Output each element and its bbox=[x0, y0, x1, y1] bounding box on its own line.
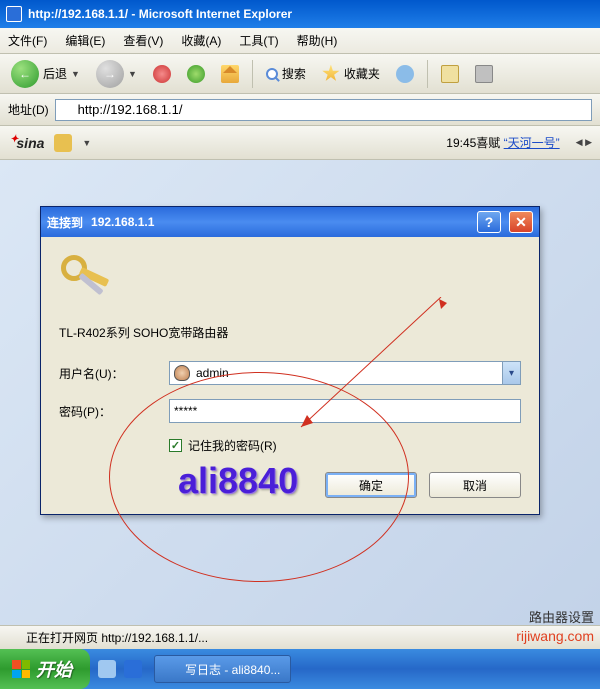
password-value: ***** bbox=[174, 404, 197, 418]
remember-checkbox[interactable]: ✓ bbox=[169, 439, 182, 452]
mail-button[interactable] bbox=[436, 62, 464, 86]
password-field[interactable]: ***** bbox=[169, 399, 521, 423]
start-button[interactable]: 开始 bbox=[0, 649, 90, 689]
menu-favorites[interactable]: 收藏(A) bbox=[181, 32, 221, 49]
dialog-body: TL-R402系列 SOHO宽带路由器 用户名(U)： admin ▾ 密码(P… bbox=[41, 237, 539, 514]
auth-dialog: 连接到 192.168.1.1 ? ✕ TL-R402系列 SOHO宽带路由器 … bbox=[40, 206, 540, 515]
mail-icon bbox=[441, 65, 459, 83]
ql-ie-icon[interactable] bbox=[124, 660, 142, 678]
menu-view[interactable]: 查看(V) bbox=[123, 32, 163, 49]
ticker-prefix: 喜赋 bbox=[476, 136, 500, 150]
close-button[interactable]: ✕ bbox=[509, 211, 533, 233]
dialog-titlebar[interactable]: 连接到 192.168.1.1 ? ✕ bbox=[41, 207, 539, 237]
dialog-title-prefix: 连接到 bbox=[47, 214, 83, 231]
remember-row[interactable]: ✓ 记住我的密码(R) bbox=[169, 437, 521, 454]
print-icon bbox=[475, 65, 493, 83]
corner-watermark: 路由器设置 rijiwang.com bbox=[516, 610, 594, 645]
history-icon bbox=[396, 65, 414, 83]
username-field[interactable]: admin ▾ bbox=[169, 361, 521, 385]
menu-edit[interactable]: 编辑(E) bbox=[65, 32, 105, 49]
sina-tool-icon[interactable] bbox=[54, 134, 72, 152]
search-label: 搜索 bbox=[282, 65, 306, 82]
cancel-button[interactable]: 取消 bbox=[429, 472, 521, 498]
task-label: 写日志 - ali8840... bbox=[185, 661, 280, 678]
menu-help[interactable]: 帮助(H) bbox=[297, 32, 338, 49]
ql-icon-1[interactable] bbox=[98, 660, 116, 678]
dialog-description: TL-R402系列 SOHO宽带路由器 bbox=[59, 324, 521, 341]
password-row: 密码(P)： ***** bbox=[59, 399, 521, 423]
remember-label: 记住我的密码(R) bbox=[188, 437, 277, 454]
window-title: http://192.168.1.1/ - Microsoft Internet… bbox=[28, 7, 292, 21]
app-titlebar: http://192.168.1.1/ - Microsoft Internet… bbox=[0, 0, 600, 28]
address-url: http://192.168.1.1/ bbox=[78, 102, 183, 117]
separator bbox=[427, 60, 428, 88]
back-icon: ← bbox=[11, 60, 39, 88]
ticker-nav[interactable]: ◀ ▶ bbox=[576, 137, 592, 148]
back-button[interactable]: ← 后退 ▼ bbox=[6, 57, 85, 91]
content-area: 连接到 192.168.1.1 ? ✕ TL-R402系列 SOHO宽带路由器 … bbox=[0, 160, 600, 649]
menu-tools[interactable]: 工具(T) bbox=[239, 32, 278, 49]
username-row: 用户名(U)： admin ▾ bbox=[59, 361, 521, 385]
quick-launch bbox=[90, 660, 150, 678]
sina-logo[interactable]: sina bbox=[8, 135, 44, 151]
ticker-time: 19:45 bbox=[446, 136, 476, 150]
refresh-icon bbox=[187, 65, 205, 83]
dialog-title-host: 192.168.1.1 bbox=[91, 215, 154, 229]
forward-icon: → bbox=[96, 60, 124, 88]
favorites-button[interactable]: 收藏夹 bbox=[317, 62, 385, 86]
toolbar: ← 后退 ▼ → ▼ 搜索 收藏夹 bbox=[0, 54, 600, 94]
favorites-icon bbox=[322, 65, 340, 83]
sina-toolbar: sina ▼ 19:45喜赋 “天河一号” ◀ ▶ bbox=[0, 126, 600, 160]
favorites-label: 收藏夹 bbox=[344, 65, 380, 82]
stop-button[interactable] bbox=[148, 62, 176, 86]
user-icon bbox=[174, 365, 190, 381]
search-icon bbox=[266, 68, 278, 80]
ok-button[interactable]: 确定 bbox=[325, 472, 417, 498]
help-button[interactable]: ? bbox=[477, 211, 501, 233]
status-icon bbox=[6, 631, 20, 645]
status-bar: 正在打开网页 http://192.168.1.1/... bbox=[0, 625, 600, 649]
start-label: 开始 bbox=[36, 656, 72, 682]
forward-dropdown[interactable]: ▼ bbox=[128, 69, 137, 79]
username-value: admin bbox=[196, 366, 229, 380]
status-text: 正在打开网页 http://192.168.1.1/... bbox=[26, 629, 208, 646]
address-label: 地址(D) bbox=[8, 101, 49, 118]
home-icon bbox=[221, 65, 239, 83]
ticker-link[interactable]: “天河一号” bbox=[504, 136, 560, 150]
menubar: 文件(F) 编辑(E) 查看(V) 收藏(A) 工具(T) 帮助(H) bbox=[0, 28, 600, 54]
corner-line2: rijiwang.com bbox=[516, 627, 594, 645]
ie-icon bbox=[6, 6, 22, 22]
back-dropdown[interactable]: ▼ bbox=[71, 69, 80, 79]
stop-icon bbox=[153, 65, 171, 83]
corner-line1: 路由器设置 bbox=[516, 610, 594, 627]
taskbar-item[interactable]: 写日志 - ali8840... bbox=[154, 655, 291, 683]
refresh-button[interactable] bbox=[182, 62, 210, 86]
news-ticker: 19:45喜赋 “天河一号” bbox=[101, 134, 565, 151]
sina-dropdown[interactable]: ▼ bbox=[82, 138, 91, 148]
search-button[interactable]: 搜索 bbox=[261, 62, 311, 85]
task-icon bbox=[165, 662, 179, 676]
dialog-buttons: 确定 取消 bbox=[59, 472, 521, 498]
username-label: 用户名(U)： bbox=[59, 365, 169, 382]
print-button[interactable] bbox=[470, 62, 498, 86]
password-label: 密码(P)： bbox=[59, 403, 169, 420]
separator bbox=[252, 60, 253, 88]
username-dropdown[interactable]: ▾ bbox=[502, 362, 520, 384]
keys-icon bbox=[59, 251, 111, 299]
page-icon bbox=[60, 103, 74, 117]
history-button[interactable] bbox=[391, 62, 419, 86]
address-bar: 地址(D) http://192.168.1.1/ bbox=[0, 94, 600, 126]
menu-file[interactable]: 文件(F) bbox=[8, 32, 47, 49]
home-button[interactable] bbox=[216, 62, 244, 86]
windows-flag-icon bbox=[12, 660, 30, 678]
taskbar: 开始 写日志 - ali8840... bbox=[0, 649, 600, 689]
back-label: 后退 bbox=[43, 65, 67, 82]
forward-button[interactable]: → ▼ bbox=[91, 57, 142, 91]
address-field[interactable]: http://192.168.1.1/ bbox=[55, 99, 592, 121]
